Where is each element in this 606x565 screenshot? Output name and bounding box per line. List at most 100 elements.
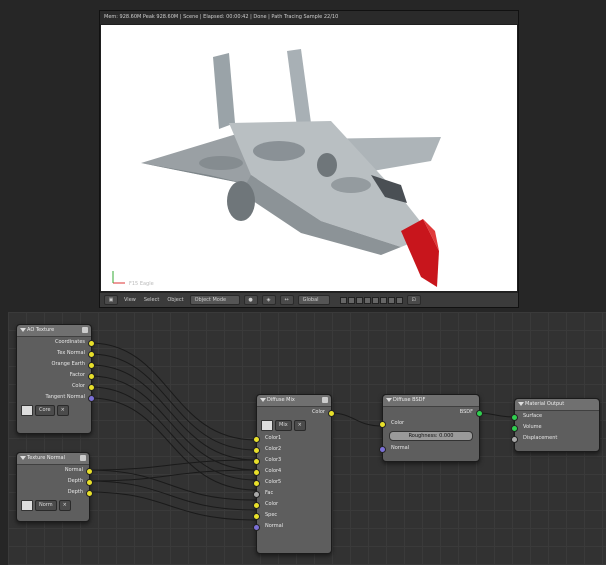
mix-node[interactable]: Diffuse Mix Color Mix × Color1 Color2 Co… [253, 394, 335, 554]
mix-input-3[interactable]: Color3 [253, 455, 331, 466]
mix-input-8[interactable]: Spec [253, 510, 331, 521]
node-preview-icon[interactable] [80, 455, 86, 461]
ao-output-factor[interactable]: Factor [17, 370, 95, 381]
output-input-volume[interactable]: Volume [511, 422, 599, 433]
orientation-select[interactable]: Global [297, 295, 330, 305]
mode-select[interactable]: Object Mode [189, 295, 240, 305]
normal-texture-node-header[interactable]: Texture Normal [17, 453, 89, 465]
output-socket[interactable] [86, 490, 93, 497]
ao-image-field[interactable]: Core [35, 405, 55, 416]
collapse-arrow-icon[interactable] [20, 328, 26, 332]
diffuse-output-bsdf[interactable]: BSDF [383, 407, 483, 418]
ao-output-tex-normal[interactable]: Tex Normal [17, 348, 95, 359]
input-socket[interactable] [379, 421, 386, 428]
render-image: F15 Eagle [101, 25, 517, 291]
input-socket[interactable] [253, 524, 260, 531]
jet-render [112, 49, 441, 287]
select-menu[interactable]: Select [142, 297, 161, 303]
output-socket[interactable] [476, 410, 483, 417]
output-socket[interactable] [88, 362, 95, 369]
normal-image-close-icon[interactable]: × [58, 500, 71, 511]
mix-node-header[interactable]: Diffuse Mix [257, 395, 331, 407]
roughness-slider[interactable]: Roughness: 0.000 [389, 431, 473, 441]
layer-buttons[interactable] [339, 296, 403, 304]
diffuse-node-header[interactable]: Diffuse BSDF [383, 395, 479, 407]
shading-icon[interactable]: ● [243, 295, 258, 305]
input-socket[interactable] [253, 436, 260, 443]
output-socket[interactable] [86, 479, 93, 486]
output-node-header[interactable]: Material Output [515, 399, 599, 411]
mix-input-2[interactable]: Color2 [253, 444, 331, 455]
mix-output-color[interactable]: Color [257, 407, 335, 418]
diffuse-bsdf-node[interactable]: Diffuse BSDF BSDF Color Roughness: 0.000… [379, 394, 483, 462]
render-viewport[interactable]: Mem: 928.60M Peak 928.60M | Scene | Elap… [99, 10, 519, 308]
mix-input-5[interactable]: Color5 [253, 477, 331, 488]
input-socket[interactable] [253, 458, 260, 465]
output-socket[interactable] [88, 351, 95, 358]
node-preview-icon[interactable] [322, 397, 328, 403]
image-icon[interactable] [21, 405, 33, 416]
input-socket[interactable] [253, 513, 260, 520]
normal-texture-node[interactable]: Texture Normal Normal Depth Depth Norm × [16, 452, 93, 522]
material-output-node[interactable]: Material Output Surface Volume Displacem… [511, 398, 600, 452]
mix-input-9[interactable]: Normal [253, 521, 331, 532]
view-menu[interactable]: View [122, 297, 138, 303]
blend-icon[interactable] [261, 420, 273, 431]
mix-input-7[interactable]: Color [253, 499, 331, 510]
pivot-icon[interactable]: ◈ [261, 295, 276, 305]
input-socket[interactable] [253, 480, 260, 487]
normal-image-field[interactable]: Norm [35, 500, 57, 511]
render-status-bar: Mem: 928.60M Peak 928.60M | Scene | Elap… [100, 11, 518, 24]
mix-mode-close-icon[interactable]: × [293, 420, 306, 431]
output-socket[interactable] [88, 395, 95, 402]
viewport-toolbar: ▣ View Select Object Object Mode ● ◈ ↔ G… [100, 292, 518, 307]
output-socket[interactable] [328, 410, 335, 417]
collapse-arrow-icon[interactable] [386, 398, 392, 402]
diffuse-input-color[interactable]: Color [379, 418, 479, 429]
mix-mode-select[interactable]: Mix [275, 420, 292, 431]
output-title: Material Output [525, 401, 565, 407]
output-socket[interactable] [88, 373, 95, 380]
object-menu[interactable]: Object [165, 297, 185, 303]
output-socket[interactable] [88, 340, 95, 347]
image-icon[interactable] [21, 500, 33, 511]
collapse-arrow-icon[interactable] [20, 456, 26, 460]
ao-texture-title: AO Texture [27, 327, 55, 333]
mix-mode-controls: Mix × [257, 418, 331, 433]
output-input-displacement[interactable]: Displacement [511, 433, 599, 444]
output-input-surface[interactable]: Surface [511, 411, 599, 422]
input-socket[interactable] [253, 502, 260, 509]
diffuse-input-normal[interactable]: Normal [379, 443, 479, 454]
mix-input-1[interactable]: Color1 [253, 433, 331, 444]
ao-output-color[interactable]: Color [17, 381, 95, 392]
ao-output-coordinates[interactable]: Coordinates [17, 337, 95, 348]
input-socket[interactable] [253, 469, 260, 476]
lock-icon[interactable]: ⊡ [406, 295, 421, 305]
input-socket[interactable] [379, 446, 386, 453]
ao-output-tangent[interactable]: Tangent Normal [17, 392, 95, 403]
input-socket[interactable] [253, 491, 260, 498]
ao-image-close-icon[interactable]: × [56, 405, 69, 416]
editor-type-icon[interactable]: ▣ [104, 295, 118, 305]
render-corner-label: F15 Eagle [129, 281, 154, 287]
input-socket[interactable] [253, 447, 260, 454]
output-socket[interactable] [86, 468, 93, 475]
ao-output-orange[interactable]: Orange Earth [17, 359, 95, 370]
ao-texture-node-header[interactable]: AO Texture [17, 325, 91, 337]
mix-input-4[interactable]: Color4 [253, 466, 331, 477]
ao-image-controls: Core × [17, 403, 91, 418]
normal-output-depth-2[interactable]: Depth [17, 487, 93, 498]
output-socket[interactable] [88, 384, 95, 391]
collapse-arrow-icon[interactable] [518, 402, 524, 406]
input-socket[interactable] [511, 436, 518, 443]
manipulator-icon[interactable]: ↔ [279, 295, 294, 305]
ao-texture-node[interactable]: AO Texture Coordinates Tex Normal Orange… [16, 324, 95, 434]
normal-output-normal[interactable]: Normal [17, 465, 93, 476]
node-preview-icon[interactable] [82, 327, 88, 333]
mix-input-6[interactable]: Fac [253, 488, 331, 499]
collapse-arrow-icon[interactable] [260, 398, 266, 402]
normal-texture-title: Texture Normal [27, 455, 65, 461]
normal-output-depth[interactable]: Depth [17, 476, 93, 487]
input-socket[interactable] [511, 414, 518, 421]
input-socket[interactable] [511, 425, 518, 432]
